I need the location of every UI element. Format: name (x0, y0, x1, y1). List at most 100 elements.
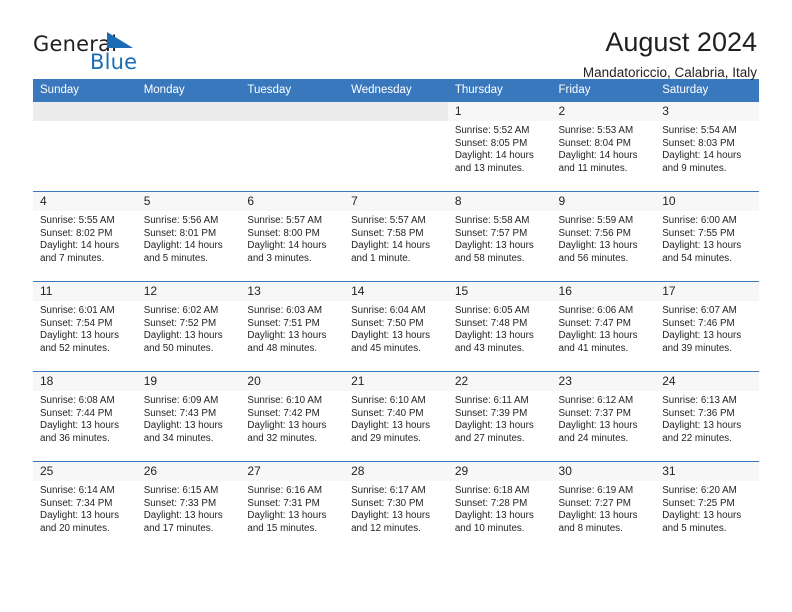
brand-logo[interactable]: General Blue (33, 28, 163, 76)
calendar-day-cell[interactable]: 17 Sunrise: 6:07 AM Sunset: 7:46 PM Dayligh… (655, 281, 759, 372)
day-detail-line: Sunset: 8:01 PM (143, 227, 217, 239)
title-block: August 2024 Mandatoriccio, Calabria, Ita… (583, 28, 759, 81)
day-detail-line: Daylight: 13 hours (454, 510, 534, 522)
day-detail-line: Daylight: 13 hours (662, 240, 742, 252)
calendar-day-cell[interactable]: 18 Sunrise: 6:08 AM Sunset: 7:44 PM Dayligh… (33, 371, 137, 462)
calendar-day-cell[interactable]: 9 Sunrise: 5:59 AM Sunset: 7:56 PM Daylight… (551, 191, 656, 282)
calendar-day-cell[interactable]: 3 Sunrise: 5:54 AM Sunset: 8:03 PM Daylight… (655, 101, 759, 192)
triangle-flag-icon (107, 32, 133, 48)
day-detail-line: Sunrise: 5:53 AM (558, 125, 634, 136)
calendar-day-cell[interactable]: 11 Sunrise: 6:01 AM Sunset: 7:54 PM Dayligh… (33, 281, 137, 372)
day-details: Sunrise: 6:14 AM Sunset: 7:34 PM Daylight:… (33, 481, 137, 535)
day-number: 28 (344, 462, 448, 481)
day-detail-line: and 5 minutes. (662, 522, 727, 534)
day-cell-content (240, 102, 345, 191)
day-detail-line: Daylight: 13 hours (40, 330, 119, 342)
day-detail-line: and 50 minutes. (143, 342, 214, 354)
weekday-header-sunday: Sunday (33, 79, 137, 102)
calendar-day-cell[interactable]: 13 Sunrise: 6:03 AM Sunset: 7:51 PM Dayligh… (240, 281, 345, 372)
calendar-day-cell[interactable]: 4 Sunrise: 5:55 AM Sunset: 8:02 PM Daylight… (33, 191, 137, 282)
calendar-day-cell[interactable]: 1 Sunrise: 5:52 AM Sunset: 8:05 PM Daylight… (447, 101, 552, 192)
day-cell-content: 25 Sunrise: 6:14 AM Sunset: 7:34 PM Dayligh… (33, 462, 137, 552)
day-cell-content: 11 Sunrise: 6:01 AM Sunset: 7:54 PM Dayligh… (33, 282, 137, 371)
day-detail-line: Daylight: 13 hours (351, 420, 431, 432)
day-number: 3 (655, 102, 759, 121)
calendar-day-cell[interactable]: 16 Sunrise: 6:06 AM Sunset: 7:47 PM Dayligh… (551, 281, 656, 372)
calendar-day-cell[interactable]: 12 Sunrise: 6:02 AM Sunset: 7:52 PM Dayligh… (136, 281, 241, 372)
weekday-header-thursday: Thursday (447, 79, 552, 102)
brand-name-blue: Blue (90, 50, 138, 74)
day-detail-line: Sunset: 7:46 PM (662, 317, 735, 329)
calendar-day-cell[interactable] (136, 101, 241, 192)
calendar-day-cell[interactable]: 5 Sunrise: 5:56 AM Sunset: 8:01 PM Daylight… (136, 191, 241, 282)
day-detail-line: and 39 minutes. (662, 342, 732, 354)
calendar-day-cell[interactable]: 2 Sunrise: 5:53 AM Sunset: 8:04 PM Daylight… (551, 101, 656, 192)
calendar-day-cell[interactable]: 31 Sunrise: 6:20 AM Sunset: 7:25 PM Dayligh… (655, 461, 759, 552)
day-detail-line: Sunrise: 5:55 AM (40, 215, 115, 226)
calendar-day-cell[interactable]: 22 Sunrise: 6:11 AM Sunset: 7:39 PM Dayligh… (447, 371, 552, 462)
calendar-day-cell[interactable] (240, 101, 345, 192)
day-detail-line: Daylight: 13 hours (662, 420, 742, 432)
day-detail-line: Sunrise: 6:04 AM (351, 305, 426, 316)
calendar-day-cell[interactable]: 15 Sunrise: 6:05 AM Sunset: 7:48 PM Dayligh… (447, 281, 552, 372)
day-detail-line: Sunset: 7:36 PM (662, 407, 735, 419)
calendar-day-cell[interactable]: 26 Sunrise: 6:15 AM Sunset: 7:33 PM Dayligh… (136, 461, 241, 552)
day-detail-line: Sunrise: 6:08 AM (40, 395, 115, 406)
day-detail-line: Sunset: 7:28 PM (454, 497, 528, 509)
day-detail-line: Sunrise: 5:52 AM (454, 125, 530, 136)
calendar-day-cell[interactable]: 10 Sunrise: 6:00 AM Sunset: 7:55 PM Dayligh… (655, 191, 759, 282)
calendar-day-cell[interactable]: 23 Sunrise: 6:12 AM Sunset: 7:37 PM Dayligh… (551, 371, 656, 462)
calendar-day-cell[interactable]: 27 Sunrise: 6:16 AM Sunset: 7:31 PM Dayligh… (240, 461, 345, 552)
calendar-day-cell[interactable]: 8 Sunrise: 5:58 AM Sunset: 7:57 PM Daylight… (447, 191, 552, 282)
day-detail-line: and 52 minutes. (40, 342, 110, 354)
day-details: Sunrise: 5:56 AM Sunset: 8:01 PM Daylight:… (137, 211, 241, 265)
day-detail-line: Sunset: 7:55 PM (662, 227, 735, 239)
calendar-day-cell[interactable] (344, 101, 448, 192)
calendar-day-cell[interactable]: 24 Sunrise: 6:13 AM Sunset: 7:36 PM Dayligh… (655, 371, 759, 462)
day-detail-line: Sunrise: 6:07 AM (662, 305, 737, 316)
day-detail-line: Sunset: 7:47 PM (558, 317, 631, 329)
day-number: 20 (240, 372, 345, 391)
day-detail-line: Daylight: 13 hours (247, 420, 327, 432)
day-detail-line: and 13 minutes. (454, 162, 525, 174)
day-number: 25 (33, 462, 137, 481)
day-detail-line: Daylight: 13 hours (143, 420, 223, 432)
weekday-header-saturday: Saturday (655, 79, 759, 102)
calendar-day-cell[interactable] (33, 101, 137, 192)
calendar-day-cell[interactable]: 21 Sunrise: 6:10 AM Sunset: 7:40 PM Dayligh… (344, 371, 448, 462)
calendar-day-cell[interactable]: 20 Sunrise: 6:10 AM Sunset: 7:42 PM Dayligh… (240, 371, 345, 462)
day-number: 30 (551, 462, 656, 481)
day-detail-line: Daylight: 13 hours (454, 420, 534, 432)
day-detail-line: Sunrise: 6:19 AM (558, 485, 634, 496)
day-detail-line: Sunrise: 5:56 AM (143, 215, 219, 226)
calendar-day-cell[interactable]: 19 Sunrise: 6:09 AM Sunset: 7:43 PM Dayligh… (136, 371, 241, 462)
day-details: Sunrise: 6:15 AM Sunset: 7:33 PM Daylight:… (137, 481, 241, 535)
calendar-day-cell[interactable]: 30 Sunrise: 6:19 AM Sunset: 7:27 PM Dayligh… (551, 461, 656, 552)
page-title: August 2024 (605, 27, 757, 57)
day-detail-line: and 48 minutes. (247, 342, 318, 354)
day-details: Sunrise: 6:16 AM Sunset: 7:31 PM Daylight:… (240, 481, 344, 535)
day-number: 11 (33, 282, 137, 301)
calendar-day-cell[interactable]: 28 Sunrise: 6:17 AM Sunset: 7:30 PM Dayligh… (344, 461, 448, 552)
weekday-header-monday: Monday (136, 79, 241, 102)
day-detail-line: Sunrise: 6:10 AM (351, 395, 426, 406)
calendar-week-row: 25 Sunrise: 6:14 AM Sunset: 7:34 PM Dayligh… (33, 461, 759, 552)
day-detail-line: Sunset: 7:33 PM (143, 497, 217, 509)
day-detail-line: Sunrise: 6:11 AM (454, 395, 529, 406)
weekday-header-friday: Friday (551, 79, 656, 102)
calendar-week-row: 11 Sunrise: 6:01 AM Sunset: 7:54 PM Dayligh… (33, 281, 759, 372)
calendar-day-cell[interactable]: 29 Sunrise: 6:18 AM Sunset: 7:28 PM Dayligh… (447, 461, 552, 552)
day-details: Sunrise: 6:10 AM Sunset: 7:40 PM Daylight:… (344, 391, 448, 445)
day-cell-content: 13 Sunrise: 6:03 AM Sunset: 7:51 PM Dayligh… (240, 282, 345, 371)
calendar-day-cell[interactable]: 14 Sunrise: 6:04 AM Sunset: 7:50 PM Dayligh… (344, 281, 448, 372)
day-detail-line: and 32 minutes. (247, 432, 318, 444)
day-cell-content: 23 Sunrise: 6:12 AM Sunset: 7:37 PM Dayligh… (551, 372, 656, 461)
calendar-day-cell[interactable]: 6 Sunrise: 5:57 AM Sunset: 8:00 PM Daylight… (240, 191, 345, 282)
day-detail-line: and 45 minutes. (351, 342, 421, 354)
day-detail-line: Daylight: 13 hours (454, 240, 534, 252)
calendar-day-cell[interactable]: 25 Sunrise: 6:14 AM Sunset: 7:34 PM Dayligh… (33, 461, 137, 552)
day-cell-content: 24 Sunrise: 6:13 AM Sunset: 7:36 PM Dayligh… (655, 372, 759, 461)
day-detail-line: Sunset: 8:03 PM (662, 137, 735, 149)
day-details: Sunrise: 6:12 AM Sunset: 7:37 PM Daylight:… (552, 391, 656, 445)
calendar-day-cell[interactable]: 7 Sunrise: 5:57 AM Sunset: 7:58 PM Daylight… (344, 191, 448, 282)
